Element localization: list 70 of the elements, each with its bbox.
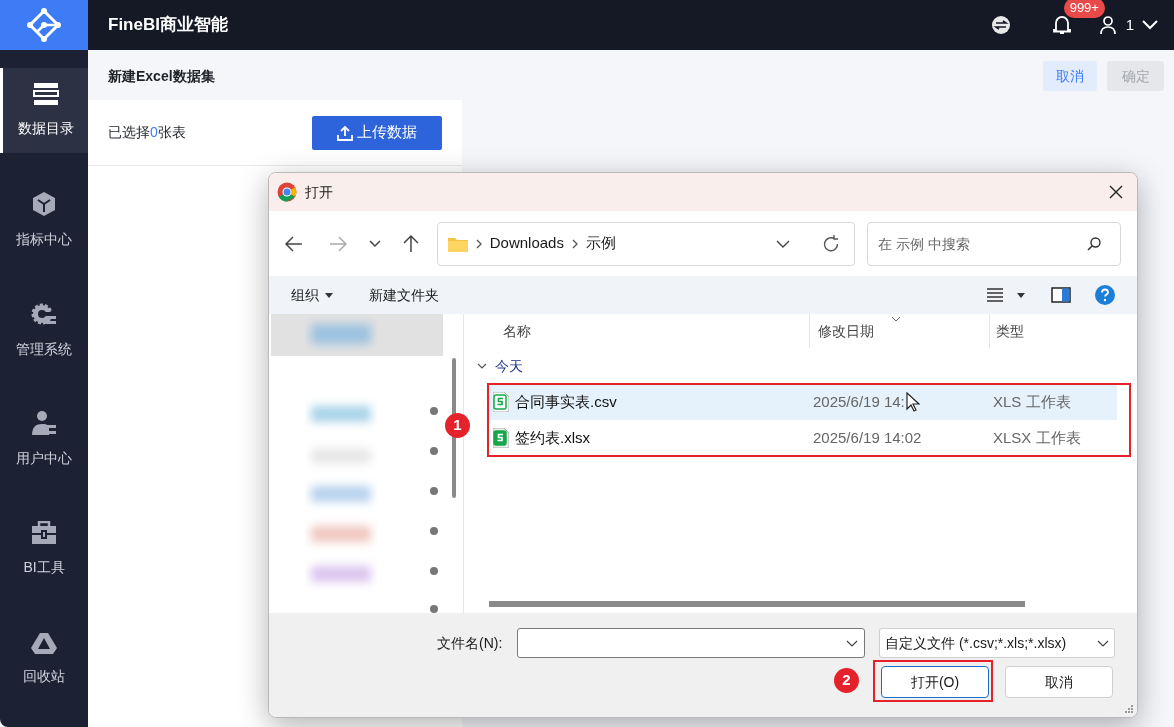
chevron-right-icon [571, 238, 578, 249]
sidebar-item[interactable]: 管理系统 [0, 287, 88, 373]
file-type: XLSX 工作表 [993, 427, 1081, 448]
open-button[interactable]: 打开(O) [881, 666, 989, 698]
bell-icon[interactable] [1051, 14, 1072, 36]
chevron-down-icon[interactable] [776, 239, 790, 248]
logo-icon[interactable] [27, 8, 61, 42]
catalog-icon [32, 81, 59, 106]
back-arrow-icon[interactable] [285, 235, 303, 252]
drive-icon [31, 632, 57, 655]
address-bar[interactable]: Downloads 示例 [436, 221, 855, 266]
user-icon [31, 410, 57, 437]
file-name: 签约表.xlsx [515, 427, 591, 448]
column-header[interactable]: 类型 [996, 320, 1024, 342]
breadcrumb-item[interactable]: Downloads [489, 232, 564, 255]
sidebar-item[interactable]: 回收站 [0, 617, 88, 702]
organize-menu[interactable]: 组织 [291, 284, 333, 306]
chevron-down-icon[interactable] [846, 640, 858, 647]
app-title: FineBI商业智能 [108, 14, 228, 37]
browser-icon [277, 182, 297, 202]
user-name[interactable]: 1 [1125, 13, 1134, 37]
caret-icon [325, 292, 333, 298]
selection-count: 已选择0张表 [108, 123, 186, 142]
spreadsheet-file-icon [493, 428, 509, 448]
file-date: 2025/6/19 14: [813, 391, 905, 412]
sort-caret-icon [891, 316, 901, 322]
sidebar-item[interactable]: 用户中心 [0, 397, 88, 483]
dialog-cancel-button[interactable]: 取消 [1005, 666, 1113, 698]
refresh-icon[interactable] [822, 234, 840, 253]
sidebar-item[interactable]: 指标中心 [0, 177, 88, 263]
search-icon [1087, 236, 1101, 251]
spreadsheet-file-icon [493, 392, 509, 412]
preview-pane-icon[interactable] [1051, 287, 1071, 303]
file-type: XLS 工作表 [993, 391, 1071, 412]
close-icon[interactable] [1109, 185, 1123, 199]
column-header[interactable]: 名称 [503, 320, 531, 342]
up-arrow-icon[interactable] [402, 234, 419, 253]
group-header[interactable]: 今天 [495, 355, 523, 377]
horizontal-scrollbar[interactable] [489, 601, 1025, 607]
folder-icon [447, 235, 468, 252]
upload-icon [337, 124, 353, 141]
chevron-down-icon[interactable] [368, 239, 381, 248]
filename-label: 文件名(N): [437, 634, 503, 653]
new-folder-button[interactable]: 新建文件夹 [369, 284, 439, 306]
caret-icon[interactable] [1017, 292, 1025, 298]
user-icon[interactable] [1099, 16, 1116, 34]
page-title: 新建Excel数据集 [108, 67, 215, 86]
dialog-title: 打开 [305, 182, 333, 202]
file-row[interactable]: 合同事实表.csv 2025/6/19 14: XLS 工作表 [487, 384, 1117, 420]
switch-icon[interactable] [991, 16, 1010, 34]
breadcrumb-item[interactable]: 示例 [585, 232, 616, 255]
cubes-icon [31, 190, 57, 217]
toolbox-icon [31, 521, 57, 546]
notification-badge: 999+ [1063, 0, 1105, 18]
filename-field[interactable] [517, 628, 865, 658]
chevron-down-icon[interactable] [477, 363, 487, 369]
file-date: 2025/6/19 14:02 [813, 427, 922, 448]
mouse-cursor-icon [905, 392, 920, 412]
file-name: 合同事实表.csv [515, 391, 618, 412]
upload-button[interactable]: 上传数据 [312, 115, 442, 150]
help-icon[interactable] [1095, 285, 1115, 305]
file-type-dropdown[interactable]: 自定义文件 (*.csv;*.xls;*.xlsx) [879, 628, 1115, 658]
sidebar-item[interactable]: 数据目录 [0, 68, 88, 153]
list-view-icon[interactable] [987, 288, 1003, 302]
chevron-down-icon [1097, 639, 1109, 647]
chevron-right-icon [475, 238, 482, 249]
search-field[interactable]: 在 示例 中搜索 [867, 221, 1121, 266]
column-header[interactable]: 修改日期 [818, 320, 874, 342]
sidebar-item[interactable]: BI工具 [0, 507, 88, 593]
resize-grip-icon[interactable] [1125, 705, 1133, 713]
